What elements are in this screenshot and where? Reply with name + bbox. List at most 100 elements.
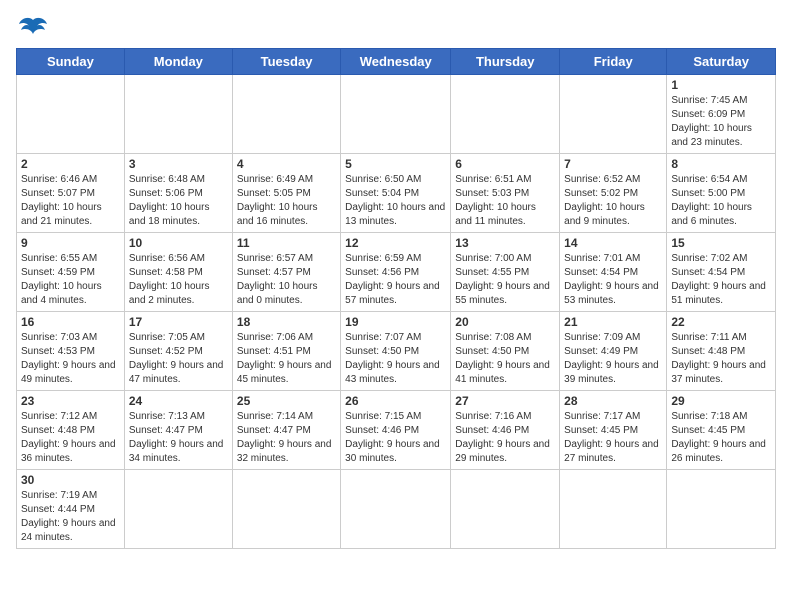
day-info: Sunrise: 6:50 AM Sunset: 5:04 PM Dayligh…: [345, 173, 446, 229]
day-number: 9: [21, 236, 120, 250]
calendar-cell: 16 Sunrise: 7:03 AM Sunset: 4:53 PM Dayli…: [17, 312, 125, 391]
day-info: Sunrise: 7:05 AM Sunset: 4:52 PM Dayligh…: [129, 331, 228, 387]
calendar-cell: 25 Sunrise: 7:14 AM Sunset: 4:47 PM Dayli…: [232, 391, 340, 470]
calendar-cell: 29 Sunrise: 7:18 AM Sunset: 4:45 PM Dayli…: [667, 391, 776, 470]
day-info: Sunrise: 7:18 AM Sunset: 4:45 PM Dayligh…: [671, 410, 771, 466]
logo: [16, 16, 47, 38]
day-number: 19: [345, 315, 446, 329]
calendar-cell: 9Sunrise: 6:55 AM Sunset: 4:59 PM Daylig…: [17, 233, 125, 312]
day-header-thursday: Thursday: [451, 49, 560, 75]
day-info: Sunrise: 7:19 AM Sunset: 4:44 PM Dayligh…: [21, 489, 120, 545]
day-header-sunday: Sunday: [17, 49, 125, 75]
calendar-cell: [560, 470, 667, 549]
day-info: Sunrise: 7:11 AM Sunset: 4:48 PM Dayligh…: [671, 331, 771, 387]
logo-bird-icon: [19, 16, 47, 38]
day-header-saturday: Saturday: [667, 49, 776, 75]
calendar-cell: [451, 470, 560, 549]
day-number: 30: [21, 473, 120, 487]
calendar-cell: 24 Sunrise: 7:13 AM Sunset: 4:47 PM Dayli…: [124, 391, 232, 470]
day-info: Sunrise: 7:15 AM Sunset: 4:46 PM Dayligh…: [345, 410, 446, 466]
day-info: Sunrise: 6:46 AM Sunset: 5:07 PM Dayligh…: [21, 173, 120, 229]
day-number: 1: [671, 78, 771, 92]
day-info: Sunrise: 7:06 AM Sunset: 4:51 PM Dayligh…: [237, 331, 336, 387]
day-info: Sunrise: 7:08 AM Sunset: 4:50 PM Dayligh…: [455, 331, 555, 387]
day-info: Sunrise: 7:02 AM Sunset: 4:54 PM Dayligh…: [671, 252, 771, 308]
day-number: 21: [564, 315, 662, 329]
calendar-cell: 1 Sunrise: 7:45 AM Sunset: 6:09 PM Daylig…: [667, 75, 776, 154]
calendar-cell: [232, 75, 340, 154]
day-number: 25: [237, 394, 336, 408]
day-header-tuesday: Tuesday: [232, 49, 340, 75]
day-number: 13: [455, 236, 555, 250]
day-info: Sunrise: 7:14 AM Sunset: 4:47 PM Dayligh…: [237, 410, 336, 466]
day-number: 28: [564, 394, 662, 408]
day-info: Sunrise: 7:16 AM Sunset: 4:46 PM Dayligh…: [455, 410, 555, 466]
calendar-cell: 19 Sunrise: 7:07 AM Sunset: 4:50 PM Dayli…: [341, 312, 451, 391]
day-number: 17: [129, 315, 228, 329]
day-number: 26: [345, 394, 446, 408]
day-number: 18: [237, 315, 336, 329]
day-info: Sunrise: 7:09 AM Sunset: 4:49 PM Dayligh…: [564, 331, 662, 387]
day-info: Sunrise: 7:13 AM Sunset: 4:47 PM Dayligh…: [129, 410, 228, 466]
calendar-cell: 5Sunrise: 6:50 AM Sunset: 5:04 PM Daylig…: [341, 154, 451, 233]
calendar-week-row: 2 Sunrise: 6:46 AM Sunset: 5:07 PM Daylig…: [17, 154, 776, 233]
calendar-cell: [124, 470, 232, 549]
calendar-cell: 14 Sunrise: 7:01 AM Sunset: 4:54 PM Dayli…: [560, 233, 667, 312]
calendar-week-row: 1 Sunrise: 7:45 AM Sunset: 6:09 PM Daylig…: [17, 75, 776, 154]
day-number: 29: [671, 394, 771, 408]
day-info: Sunrise: 7:17 AM Sunset: 4:45 PM Dayligh…: [564, 410, 662, 466]
day-header-monday: Monday: [124, 49, 232, 75]
calendar-week-row: 9Sunrise: 6:55 AM Sunset: 4:59 PM Daylig…: [17, 233, 776, 312]
calendar-cell: 2 Sunrise: 6:46 AM Sunset: 5:07 PM Daylig…: [17, 154, 125, 233]
day-number: 23: [21, 394, 120, 408]
day-info: Sunrise: 6:48 AM Sunset: 5:06 PM Dayligh…: [129, 173, 228, 229]
calendar-cell: 4Sunrise: 6:49 AM Sunset: 5:05 PM Daylig…: [232, 154, 340, 233]
day-number: 3: [129, 157, 228, 171]
day-number: 15: [671, 236, 771, 250]
day-info: Sunrise: 6:54 AM Sunset: 5:00 PM Dayligh…: [671, 173, 771, 229]
day-number: 4: [237, 157, 336, 171]
day-info: Sunrise: 7:03 AM Sunset: 4:53 PM Dayligh…: [21, 331, 120, 387]
day-number: 27: [455, 394, 555, 408]
calendar-cell: [560, 75, 667, 154]
calendar-week-row: 23Sunrise: 7:12 AM Sunset: 4:48 PM Dayli…: [17, 391, 776, 470]
day-number: 16: [21, 315, 120, 329]
calendar-cell: 22Sunrise: 7:11 AM Sunset: 4:48 PM Dayli…: [667, 312, 776, 391]
day-info: Sunrise: 6:52 AM Sunset: 5:02 PM Dayligh…: [564, 173, 662, 229]
header: [16, 16, 776, 38]
day-info: Sunrise: 6:56 AM Sunset: 4:58 PM Dayligh…: [129, 252, 228, 308]
day-number: 14: [564, 236, 662, 250]
calendar-cell: [341, 75, 451, 154]
day-info: Sunrise: 6:51 AM Sunset: 5:03 PM Dayligh…: [455, 173, 555, 229]
calendar-cell: [124, 75, 232, 154]
day-number: 11: [237, 236, 336, 250]
calendar-cell: 21 Sunrise: 7:09 AM Sunset: 4:49 PM Dayli…: [560, 312, 667, 391]
day-info: Sunrise: 7:07 AM Sunset: 4:50 PM Dayligh…: [345, 331, 446, 387]
calendar-cell: [17, 75, 125, 154]
day-info: Sunrise: 7:45 AM Sunset: 6:09 PM Dayligh…: [671, 94, 771, 150]
day-number: 10: [129, 236, 228, 250]
calendar-cell: [667, 470, 776, 549]
calendar-cell: [451, 75, 560, 154]
calendar-cell: 15 Sunrise: 7:02 AM Sunset: 4:54 PM Dayli…: [667, 233, 776, 312]
day-number: 12: [345, 236, 446, 250]
calendar-cell: 10 Sunrise: 6:56 AM Sunset: 4:58 PM Dayli…: [124, 233, 232, 312]
day-number: 6: [455, 157, 555, 171]
calendar-cell: 27 Sunrise: 7:16 AM Sunset: 4:46 PM Dayli…: [451, 391, 560, 470]
calendar-cell: 30 Sunrise: 7:19 AM Sunset: 4:44 PM Dayli…: [17, 470, 125, 549]
calendar-cell: [341, 470, 451, 549]
calendar-cell: 3 Sunrise: 6:48 AM Sunset: 5:06 PM Daylig…: [124, 154, 232, 233]
day-info: Sunrise: 6:59 AM Sunset: 4:56 PM Dayligh…: [345, 252, 446, 308]
calendar-cell: 12 Sunrise: 6:59 AM Sunset: 4:56 PM Dayli…: [341, 233, 451, 312]
calendar-cell: 13Sunrise: 7:00 AM Sunset: 4:55 PM Dayli…: [451, 233, 560, 312]
calendar: SundayMondayTuesdayWednesdayThursdayFrid…: [16, 48, 776, 549]
day-info: Sunrise: 7:01 AM Sunset: 4:54 PM Dayligh…: [564, 252, 662, 308]
calendar-cell: 8Sunrise: 6:54 AM Sunset: 5:00 PM Daylig…: [667, 154, 776, 233]
day-number: 24: [129, 394, 228, 408]
calendar-cell: 23Sunrise: 7:12 AM Sunset: 4:48 PM Dayli…: [17, 391, 125, 470]
day-number: 2: [21, 157, 120, 171]
calendar-cell: 17 Sunrise: 7:05 AM Sunset: 4:52 PM Dayli…: [124, 312, 232, 391]
day-header-wednesday: Wednesday: [341, 49, 451, 75]
calendar-cell: 28 Sunrise: 7:17 AM Sunset: 4:45 PM Dayli…: [560, 391, 667, 470]
calendar-header-row: SundayMondayTuesdayWednesdayThursdayFrid…: [17, 49, 776, 75]
